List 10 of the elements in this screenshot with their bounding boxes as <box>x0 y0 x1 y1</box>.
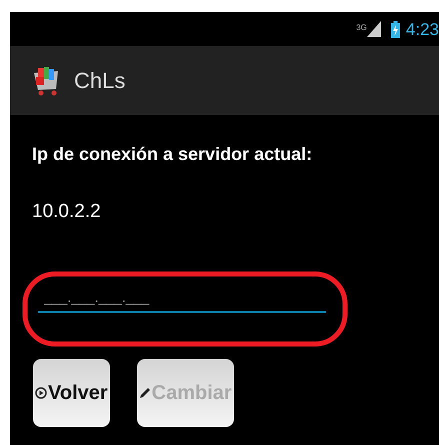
server-ip-label: Ip de conexión a servidor actual: <box>32 143 314 166</box>
pencil-icon <box>138 386 151 398</box>
signal-icon <box>366 21 381 37</box>
network-type: 3G <box>356 22 367 34</box>
app-title: ChLs <box>74 67 126 95</box>
play-circle-icon <box>35 386 47 398</box>
current-ip: 10.0.2.2 <box>32 200 102 224</box>
back-button[interactable]: Volver <box>33 358 110 426</box>
clock: 4:23 <box>406 20 439 38</box>
battery-icon <box>390 20 400 38</box>
